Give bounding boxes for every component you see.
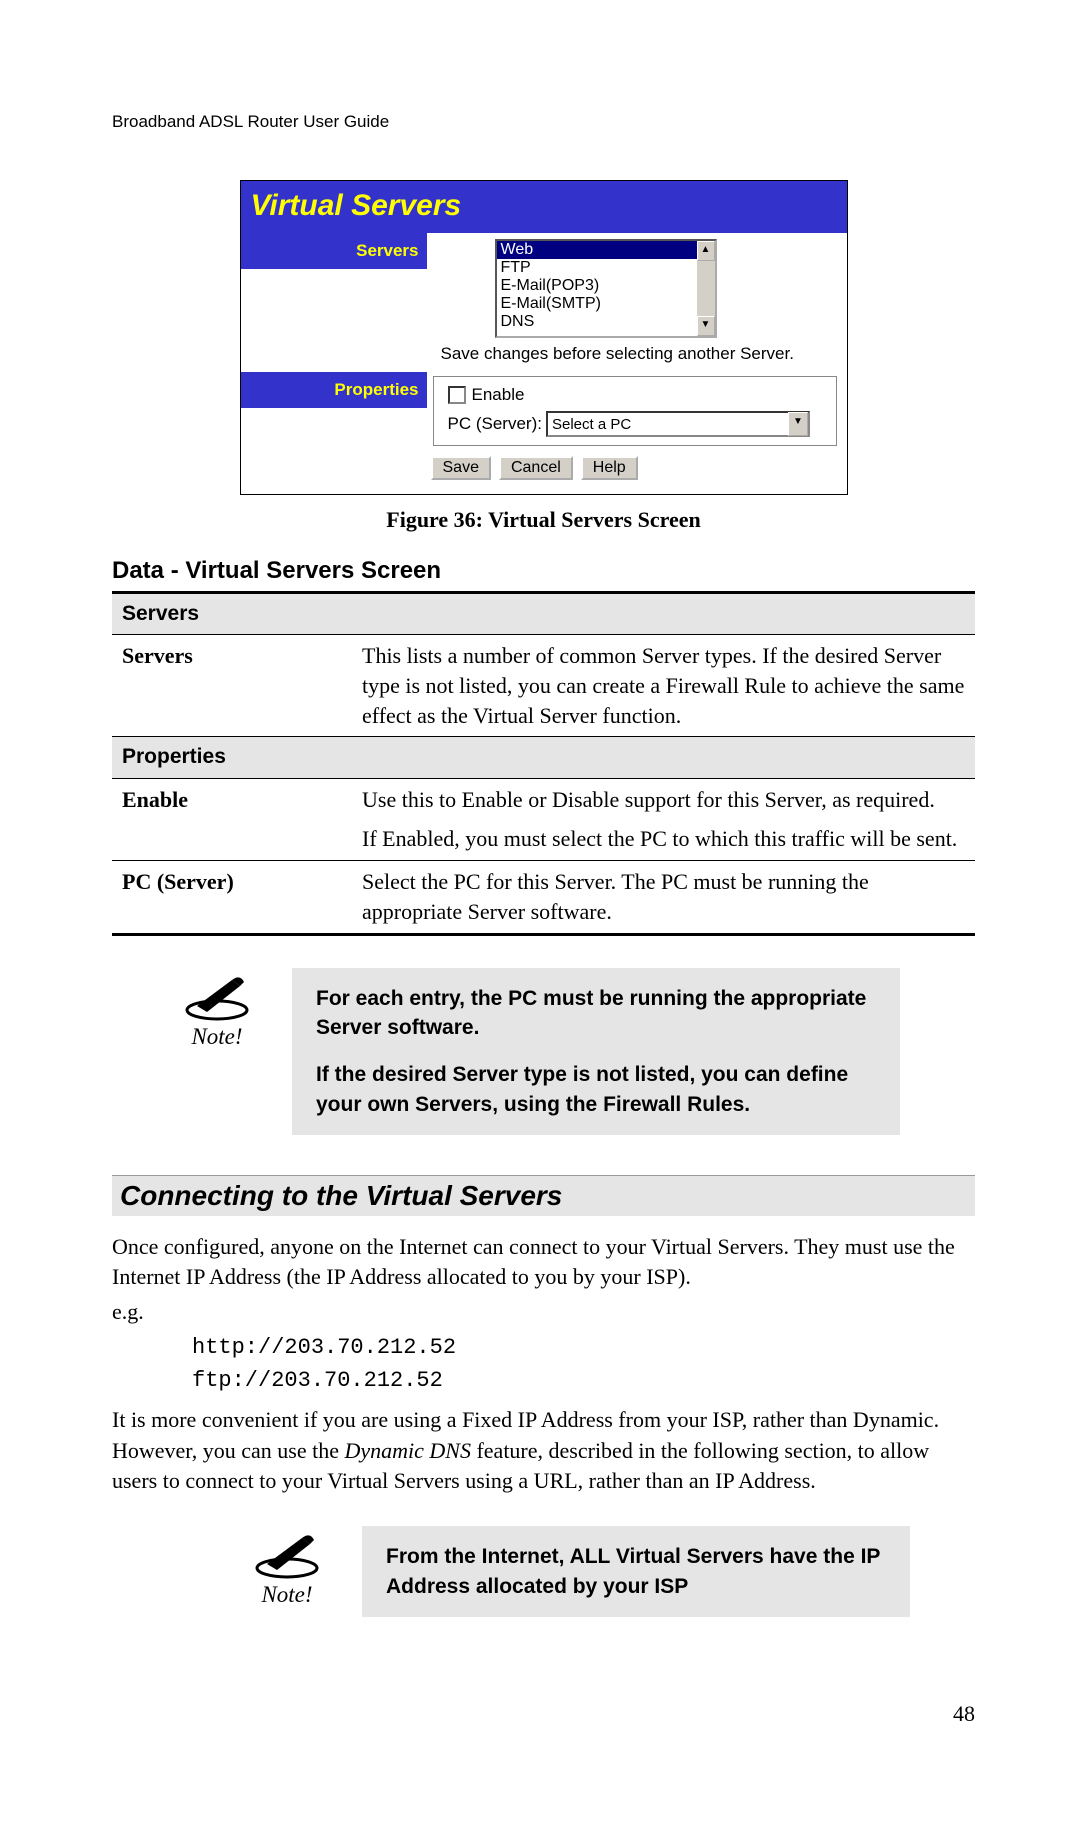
- hint-text: Save changes before selecting another Se…: [441, 344, 837, 364]
- data-table: Servers Servers This lists a number of c…: [112, 591, 975, 936]
- code-block: http://203.70.212.52 ftp://203.70.212.52: [192, 1331, 975, 1397]
- note-icon: Note!: [242, 1526, 332, 1608]
- table-row: PC (Server) Select the PC for this Serve…: [112, 861, 975, 934]
- section-heading-2: Connecting to the Virtual Servers: [112, 1175, 975, 1216]
- row-label: Enable: [112, 778, 352, 860]
- cancel-button[interactable]: Cancel: [499, 456, 573, 480]
- note-block: Note! For each entry, the PC must be run…: [172, 968, 975, 1136]
- label-servers: Servers: [241, 233, 427, 269]
- page: Broadband ADSL Router User Guide Virtual…: [0, 0, 1080, 1822]
- scrollbar[interactable]: ▲ ▼: [697, 241, 715, 336]
- table-row: Servers This lists a number of common Se…: [112, 635, 975, 737]
- note-label: Note!: [242, 1582, 332, 1608]
- paragraph: It is more convenient if you are using a…: [112, 1405, 975, 1496]
- scroll-down-icon[interactable]: ▼: [697, 316, 715, 336]
- list-item[interactable]: DNS: [497, 313, 697, 331]
- row-desc: This lists a number of common Server typ…: [352, 635, 975, 737]
- chevron-down-icon[interactable]: ▼: [788, 412, 808, 436]
- running-header: Broadband ADSL Router User Guide: [112, 112, 389, 132]
- dropdown-value: Select a PC: [548, 416, 635, 433]
- table-row: Enable Use this to Enable or Disable sup…: [112, 778, 975, 860]
- enable-checkbox[interactable]: [448, 386, 466, 404]
- row-label: Servers: [112, 635, 352, 737]
- servers-listbox[interactable]: Web FTP E-Mail(POP3) E-Mail(SMTP) DNS ▲ …: [495, 239, 717, 338]
- save-button[interactable]: Save: [431, 456, 491, 480]
- list-item[interactable]: E-Mail(POP3): [497, 277, 697, 295]
- list-item[interactable]: E-Mail(SMTP): [497, 295, 697, 313]
- row-label: PC (Server): [112, 861, 352, 934]
- list-item[interactable]: FTP: [497, 259, 697, 277]
- eg-label: e.g.: [112, 1297, 975, 1327]
- paragraph: Once configured, anyone on the Internet …: [112, 1232, 975, 1293]
- help-button[interactable]: Help: [581, 456, 638, 480]
- table-section: Servers: [112, 593, 975, 635]
- page-number: 48: [953, 1701, 975, 1727]
- figure-caption: Figure 36: Virtual Servers Screen: [112, 507, 975, 533]
- row-desc: Use this to Enable or Disable support fo…: [352, 778, 975, 860]
- note-block: Note! From the Internet, ALL Virtual Ser…: [242, 1526, 975, 1617]
- pc-server-dropdown[interactable]: Select a PC ▼: [546, 411, 810, 437]
- label-properties: Properties: [241, 372, 427, 408]
- list-item[interactable]: Web: [497, 241, 697, 259]
- enable-label: Enable: [472, 385, 525, 405]
- scroll-up-icon[interactable]: ▲: [697, 241, 715, 261]
- section-heading: Data - Virtual Servers Screen: [112, 557, 975, 585]
- table-section: Properties: [112, 737, 975, 778]
- pc-server-label: PC (Server):: [448, 414, 542, 434]
- screenshot-title: Virtual Servers: [241, 181, 847, 233]
- row-desc: Select the PC for this Server. The PC mu…: [352, 861, 975, 934]
- note-icon: Note!: [172, 968, 262, 1050]
- note-text: For each entry, the PC must be running t…: [292, 968, 900, 1136]
- note-text: From the Internet, ALL Virtual Servers h…: [362, 1526, 910, 1617]
- note-label: Note!: [172, 1024, 262, 1050]
- virtual-servers-screenshot: Virtual Servers Servers Web FTP E-Mail(P…: [240, 180, 848, 495]
